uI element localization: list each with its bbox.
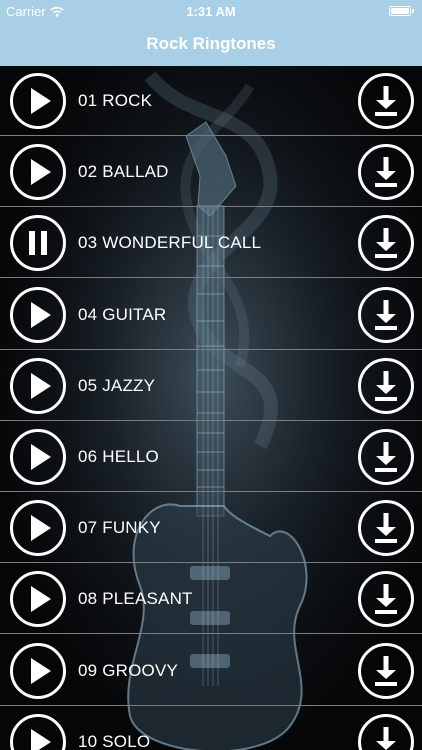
ringtone-title: 08 PLEASANT <box>78 589 193 608</box>
download-button[interactable] <box>358 144 414 200</box>
download-button[interactable] <box>358 358 414 414</box>
play-icon <box>31 88 51 114</box>
ringtone-title: 10 SOLO <box>78 732 151 750</box>
download-icon <box>375 513 397 543</box>
ringtone-row[interactable]: 05 JAZZY <box>0 351 422 421</box>
ringtone-title: 06 HELLO <box>78 447 159 466</box>
play-icon <box>31 159 51 185</box>
ringtone-title: 05 JAZZY <box>78 376 156 395</box>
ringtone-row[interactable]: 08 PLEASANT <box>0 564 422 634</box>
nav-header: Carrier 1:31 AM Rock Ringtones <box>0 0 422 66</box>
download-button[interactable] <box>358 571 414 627</box>
play-icon <box>31 444 51 470</box>
play-icon <box>31 302 51 328</box>
download-button[interactable] <box>358 643 414 699</box>
play-icon <box>31 658 51 684</box>
ringtone-title: 02 BALLAD <box>78 162 169 181</box>
ringtone-title: 01 ROCK <box>78 91 153 110</box>
download-icon <box>375 442 397 472</box>
play-button[interactable] <box>10 643 66 699</box>
download-icon <box>375 371 397 401</box>
download-button[interactable] <box>358 287 414 343</box>
ringtone-row[interactable]: 09 GROOVY <box>0 636 422 706</box>
download-icon <box>375 228 397 258</box>
play-button[interactable] <box>10 73 66 129</box>
ringtone-row[interactable]: 06 HELLO <box>0 422 422 492</box>
play-icon <box>31 586 51 612</box>
play-button[interactable] <box>10 429 66 485</box>
ringtone-title: 03 WONDERFUL CALL <box>78 233 262 252</box>
ringtone-row[interactable]: 07 FUNKY <box>0 493 422 563</box>
download-icon <box>375 584 397 614</box>
battery-icon <box>389 6 414 16</box>
download-icon <box>375 157 397 187</box>
ringtone-list[interactable]: 01 ROCK 02 BALLAD 03 WONDERFUL CALL 04 GUIT… <box>0 66 422 750</box>
download-icon <box>375 86 397 116</box>
download-icon <box>375 656 397 686</box>
ringtone-row[interactable]: 10 SOLO <box>0 707 422 750</box>
download-icon <box>376 727 396 750</box>
pause-icon <box>29 231 47 255</box>
download-button[interactable] <box>358 215 414 271</box>
download-button[interactable] <box>358 73 414 129</box>
play-button[interactable] <box>10 144 66 200</box>
play-button[interactable] <box>10 571 66 627</box>
play-icon <box>31 515 51 541</box>
play-icon <box>31 373 51 399</box>
download-button[interactable] <box>358 714 414 750</box>
play-button[interactable] <box>10 500 66 556</box>
play-icon <box>31 729 51 750</box>
ringtone-title: 04 GUITAR <box>78 305 167 324</box>
play-button[interactable] <box>10 358 66 414</box>
status-time: 1:31 AM <box>186 4 236 19</box>
download-icon <box>375 300 397 330</box>
pause-button[interactable] <box>10 215 66 271</box>
ringtone-row[interactable]: 04 GUITAR <box>0 280 422 350</box>
play-button[interactable] <box>10 287 66 343</box>
play-button[interactable] <box>10 714 66 750</box>
ringtone-title: 09 GROOVY <box>78 661 179 680</box>
download-button[interactable] <box>358 500 414 556</box>
ringtone-row[interactable]: 03 WONDERFUL CALL <box>0 208 422 278</box>
ringtone-row[interactable]: 01 ROCK <box>0 66 422 136</box>
status-bar: Carrier 1:31 AM <box>0 0 422 22</box>
ringtone-title: 07 FUNKY <box>78 518 161 537</box>
ringtone-row[interactable]: 02 BALLAD <box>0 137 422 207</box>
download-button[interactable] <box>358 429 414 485</box>
page-title: Rock Ringtones <box>146 34 276 53</box>
